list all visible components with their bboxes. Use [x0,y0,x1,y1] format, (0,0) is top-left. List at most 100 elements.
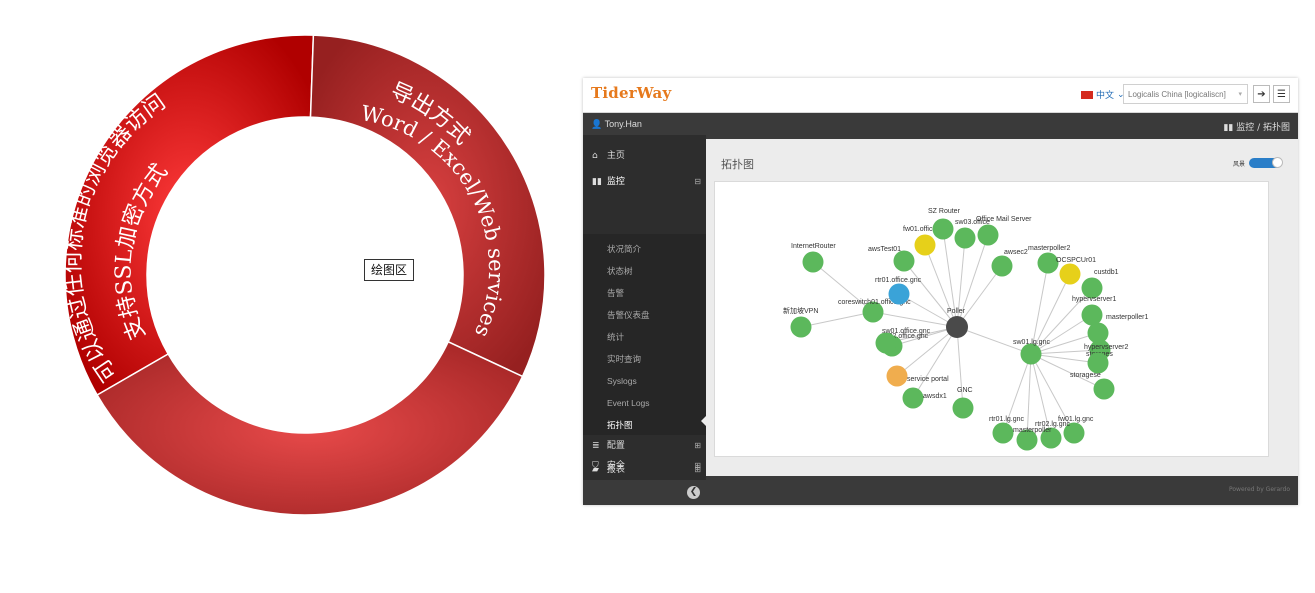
topology-node[interactable] [946,316,968,338]
language-label: 中文 [1096,91,1115,101]
shield-icon: ⛉ [592,461,599,471]
topology-node[interactable] [1093,378,1115,400]
submenu-item-overview[interactable]: 状况简介 [583,239,706,259]
bar-chart-icon: ▮▮ [1223,123,1237,133]
sidebar-item-label: 主页 [606,151,625,161]
submenu-item-status-tree[interactable]: 状态树 [583,261,706,281]
submenu-item-statistics[interactable]: 统计 [583,327,706,347]
topology-node-label: InternetRouter [791,243,836,250]
hamburger-icon: ☰ [1277,89,1286,100]
tiderway-logo[interactable]: TiderWay [591,84,671,102]
sidebar-item-label: 配置 [606,441,625,451]
menu-button[interactable]: ☰ [1273,85,1290,103]
topology-node[interactable] [1081,304,1103,326]
toggle-switch[interactable] [1249,157,1284,168]
topology-node-label: Poller [947,308,966,315]
submenu-item-topology[interactable]: 拓扑图 [583,415,706,435]
topology-node[interactable] [932,218,954,240]
topology-node-label: OCSPCUr01 [1056,257,1096,264]
topology-link [956,265,1003,328]
topology-node[interactable] [992,422,1014,444]
bar-chart-icon: ▮▮ [592,177,602,187]
footer: Powered by Gerardo [706,476,1298,505]
database-icon: ≣ [592,441,600,451]
topology-node[interactable] [914,234,936,256]
sidebar-item-security[interactable]: ⛉ 安全 ⊞ [583,455,706,477]
sidebar-collapse-bar: ❮ [583,480,706,505]
topology-node[interactable] [902,387,924,409]
collapse-icon: ⊟ [694,177,701,186]
topology-node-label: masterpoller [1013,427,1052,434]
sidebar-item-configuration[interactable]: ≣ 配置 ⊞ [583,435,706,457]
collapse-sidebar-button[interactable]: ❮ [687,486,700,499]
sidebar-item-label: 监控 [606,177,625,187]
sign-out-icon: ➔ [1257,89,1266,100]
topology-node-label: rtr01.office.gnc [875,277,922,284]
topology-node-label: SZ Router [928,208,961,215]
logout-button[interactable]: ➔ [1253,85,1270,103]
topology-node[interactable] [893,250,915,272]
topology-node[interactable] [1059,263,1081,285]
submenu-item-realtime-query[interactable]: 实时查询 [583,349,706,369]
topology-node-label: service portal [907,376,949,383]
topology-node-label: masterpoller1 [1106,314,1149,321]
topology-node[interactable] [1020,343,1042,365]
topology-node[interactable] [977,224,999,246]
view-toggle[interactable]: 风景 [1233,157,1284,168]
expand-icon: ⊞ [694,461,701,470]
user-icon: 👤 [591,119,603,129]
organization-select-value: Logicalis China [logicaliscn] [1128,90,1226,99]
topology-node-label: storagese [1070,372,1101,379]
submenu-item-alerts[interactable]: 告警 [583,283,706,303]
topology-node[interactable] [802,251,824,273]
topology-node-label: masterpoller2 [1028,245,1071,252]
topology-node-label: Office Mail Server [976,216,1032,223]
topology-node-label: fw01.office [903,226,936,233]
submenu-item-syslogs[interactable]: Syslogs [583,371,706,391]
user-profile[interactable]: 👤 Tony.Han [583,113,706,135]
ring-segment-3 [96,340,524,516]
footer-text: Powered by Gerardo [1228,486,1290,493]
topology-graph-panel: Poller sw01.lg.gnc coreswitch01.office.gnc… [714,181,1269,457]
sidebar-item-monitoring[interactable]: ▮▮ 监控 ⊟ [583,171,706,193]
topology-node[interactable] [991,255,1013,277]
topology-node-label: hypervserver2 [1084,344,1128,351]
topology-node-label: awsdx1 [923,393,947,400]
breadcrumb: ▮▮ 监控 / 拓扑图 [1223,120,1290,133]
china-flag-icon [1081,90,1093,99]
sidebar-item-home[interactable]: ⌂ 主页 [583,145,706,167]
ring-segment-2 [309,34,546,378]
breadcrumb-bar: ▮▮ 监控 / 拓扑图 [706,113,1298,139]
topology-node[interactable] [952,397,974,419]
toggle-label: 风景 [1233,160,1246,168]
expand-icon: ⊞ [694,441,701,450]
organization-select[interactable]: Logicalis China [logicaliscn] ▾ [1123,84,1248,104]
topology-node-label: hypervserver1 [1072,296,1116,303]
ring-diagram: 可以通过任何标准的浏览器访问 支持SSL加密方式 导出方式 Word / Exc… [61,34,546,581]
sidebar: 👤 Tony.Han ⌂ 主页 ▮▮ 监控 ⊟ 状况简介 状态树 告警 告警仪表… [583,113,706,505]
topology-node[interactable] [886,365,908,387]
breadcrumb-text: 监控 / 拓扑图 [1236,123,1290,133]
language-selector[interactable]: 中文 ⌄ [1081,88,1125,101]
username: Tony.Han [604,119,642,129]
caret-down-icon: ▾ [1238,91,1242,98]
topology-node[interactable] [790,316,812,338]
topology-node[interactable] [1087,352,1109,374]
topology-node-label: GNC [957,387,973,394]
topology-node-label: sw01.office.gnc [882,328,931,335]
page-title: 拓扑图 [721,158,754,171]
topology-link [956,326,964,409]
submenu-item-event-logs[interactable]: Event Logs [583,393,706,413]
tiderway-app-window: TiderWay 中文 ⌄ Logicalis China [logicalis… [583,78,1298,505]
topology-node[interactable] [888,283,910,305]
topology-node[interactable] [875,332,897,354]
topology-node-label: awsTest01 [868,246,901,253]
home-icon: ⌂ [592,151,598,161]
sidebar-item-label: 安全 [606,461,625,471]
topology-graph[interactable]: Pollersw01.lg.gnccoreswitch01.office.gnc… [715,182,1268,456]
top-bar: TiderWay 中文 ⌄ Logicalis China [logicalis… [583,78,1298,113]
topology-node[interactable] [954,227,976,249]
submenu-item-alert-dashboard[interactable]: 告警仪表盘 [583,305,706,325]
active-item-indicator [701,416,706,426]
topology-node-label: rtr01.lg.gnc [989,416,1025,423]
